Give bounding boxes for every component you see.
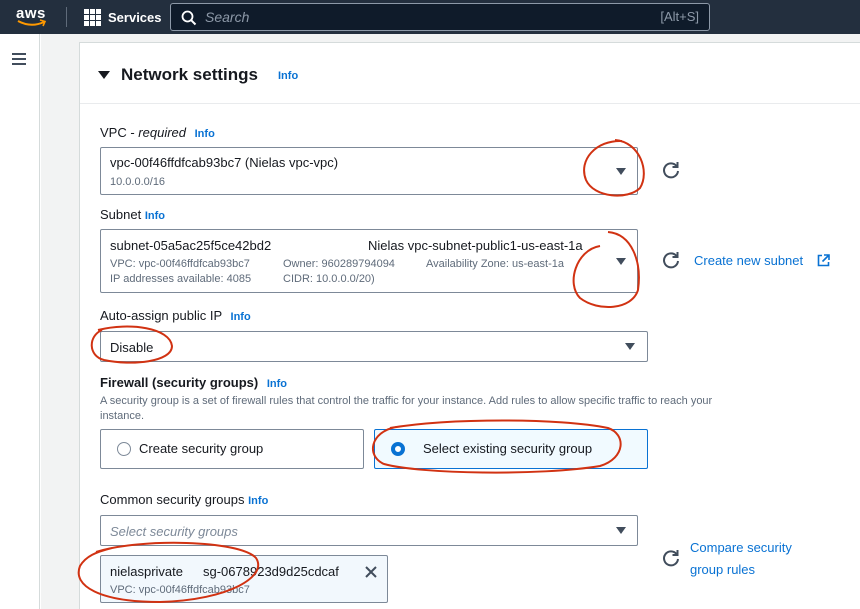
firewall-description-line2: instance. — [100, 410, 145, 422]
external-link-icon[interactable] — [817, 254, 830, 267]
panel-header: Network settings Info — [80, 43, 860, 104]
firewall-info-link[interactable]: Info — [267, 378, 287, 390]
search-shortcut-hint: [Alt+S] — [660, 9, 699, 24]
refresh-icon[interactable] — [661, 548, 681, 568]
vpc-cidr: 10.0.0.0/16 — [110, 176, 166, 188]
caret-down-icon — [616, 168, 626, 175]
select-existing-security-group-option[interactable]: Select existing security group — [374, 429, 648, 469]
token-group-vpc: VPC: vpc-00f46ffdfcab93bc7 — [110, 584, 250, 596]
subnet-label: Subnet Info — [100, 207, 165, 222]
security-groups-select[interactable]: Select security groups — [100, 515, 638, 546]
subnet-cidr-detail: CIDR: 10.0.0.0/20) — [283, 273, 375, 285]
vpc-label: VPC - required Info — [100, 125, 215, 140]
vpc-label-separator: - — [126, 125, 139, 140]
common-sg-label-text: Common security groups — [100, 492, 245, 507]
services-grid-icon — [84, 8, 101, 26]
subnet-select[interactable]: subnet-05a5ac25f5ce42bd2 Nielas vpc-subn… — [100, 229, 638, 293]
subnet-selected-name: Nielas vpc-subnet-public1-us-east-1a — [368, 238, 583, 253]
subnet-ip-detail: IP addresses available: 4085 — [110, 273, 252, 285]
subnet-owner-detail: Owner: 960289794094 — [283, 258, 395, 270]
section-info-link[interactable]: Info — [278, 70, 298, 82]
auto-assign-select[interactable]: Disable — [100, 331, 648, 362]
common-sg-info-link[interactable]: Info — [248, 495, 268, 507]
create-new-subnet-link[interactable]: Create new subnet — [694, 253, 803, 268]
close-icon[interactable] — [364, 565, 378, 579]
hamburger-menu-icon[interactable] — [12, 53, 26, 65]
radio-checked-icon — [391, 442, 405, 456]
common-sg-label: Common security groups Info — [100, 492, 268, 507]
auto-assign-label: Auto-assign public IP Info — [100, 308, 251, 323]
search-icon — [181, 10, 197, 26]
refresh-icon[interactable] — [661, 250, 681, 270]
firewall-description: A security group is a set of firewall ru… — [100, 394, 820, 424]
services-menu-button[interactable]: Services — [84, 8, 162, 26]
vpc-required-text: required — [138, 125, 186, 140]
radio-unchecked-icon — [117, 442, 131, 456]
security-groups-placeholder: Select security groups — [110, 524, 238, 539]
select-existing-security-group-label: Select existing security group — [423, 441, 593, 456]
token-group-name: nielasprivate — [110, 564, 183, 579]
create-security-group-option[interactable]: Create security group — [100, 429, 364, 469]
firewall-label: Firewall (security groups) Info — [100, 375, 287, 390]
vpc-info-link[interactable]: Info — [195, 128, 215, 140]
subnet-selected-id: subnet-05a5ac25f5ce42bd2 — [110, 238, 272, 253]
section-title: Network settings — [121, 65, 258, 84]
token-group-id: sg-0678923d9d25cdcaf — [203, 564, 339, 579]
subnet-label-text: Subnet — [100, 207, 142, 222]
refresh-icon[interactable] — [661, 160, 681, 180]
network-settings-panel: Network settings Info VPC - required Inf… — [79, 42, 860, 609]
nav-divider — [66, 7, 67, 27]
aws-logo[interactable]: aws — [16, 5, 52, 29]
services-label: Services — [108, 9, 162, 25]
aws-smile-icon — [17, 19, 47, 27]
auto-assign-label-text: Auto-assign public IP — [100, 308, 222, 323]
search-box[interactable]: [Alt+S] — [170, 3, 710, 31]
vpc-select[interactable]: vpc-00f46ffdfcab93bc7 (Nielas vpc-vpc) 1… — [100, 147, 638, 195]
compare-security-group-rules-link-line2[interactable]: group rules — [690, 562, 755, 577]
subnet-az-detail: Availability Zone: us-east-1a — [426, 258, 564, 270]
caret-down-icon — [616, 527, 626, 534]
search-input[interactable] — [205, 7, 605, 27]
left-rail — [0, 34, 40, 609]
caret-down-icon[interactable] — [98, 71, 110, 79]
auto-assign-info-link[interactable]: Info — [231, 311, 251, 323]
subnet-info-link[interactable]: Info — [145, 210, 165, 222]
create-security-group-label: Create security group — [139, 441, 264, 456]
auto-assign-value: Disable — [110, 340, 154, 355]
vpc-label-text: VPC — [100, 125, 127, 140]
firewall-description-line1: A security group is a set of firewall ru… — [100, 395, 713, 407]
caret-down-icon — [625, 343, 635, 350]
compare-security-group-rules-link-line1[interactable]: Compare security — [690, 540, 792, 555]
firewall-label-text: Firewall (security groups) — [100, 375, 259, 390]
selected-security-group-token: nielasprivate sg-0678923d9d25cdcaf VPC: … — [100, 555, 388, 603]
top-navigation-bar: aws Services [Alt+S] — [0, 0, 860, 34]
caret-down-icon — [616, 258, 626, 265]
vpc-selected-name: vpc-00f46ffdfcab93bc7 (Nielas vpc-vpc) — [110, 155, 339, 170]
subnet-vpc-detail: VPC: vpc-00f46ffdfcab93bc7 — [110, 258, 250, 270]
